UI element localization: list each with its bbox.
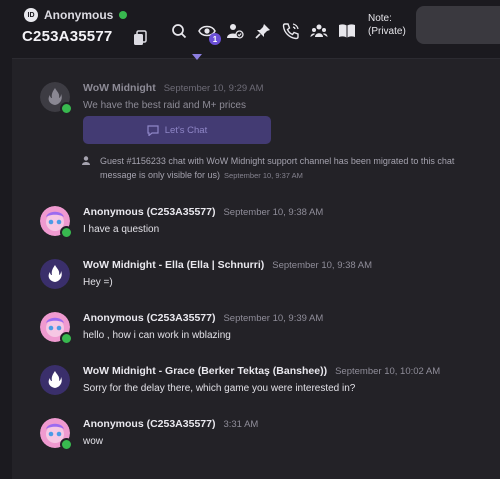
pin-icon[interactable] xyxy=(254,22,272,40)
sender-name: Anonymous (C253A35577) xyxy=(83,418,216,430)
watchers-count-badge: 1 xyxy=(209,33,221,45)
system-notice-timestamp: September 10, 9:37 AM xyxy=(224,171,303,180)
message-text: hello , how i can work in wblazing xyxy=(83,330,231,341)
message-timestamp: 3:31 AM xyxy=(223,419,259,430)
caret-down-icon xyxy=(192,54,202,60)
message-timestamp: September 10, 10:02 AM xyxy=(335,366,441,377)
sender-name: WoW Midnight - Ella (Ella | Schnurri) xyxy=(83,259,265,271)
search-icon[interactable] xyxy=(170,22,188,40)
id-icon: ID xyxy=(24,8,38,22)
sender-name: Anonymous (C253A35577) xyxy=(83,312,216,324)
note-label: Note: (Private) xyxy=(368,13,406,37)
online-status-icon xyxy=(60,102,73,115)
call-icon[interactable] xyxy=(282,22,300,40)
header-toolbar: 1 xyxy=(170,22,356,45)
book-icon[interactable] xyxy=(338,22,356,40)
message-timestamp: September 10, 9:29 AM xyxy=(163,83,264,94)
system-notice-line2: message is only visible for us) xyxy=(100,170,221,180)
user-info-icon xyxy=(82,156,90,165)
user-name: Anonymous xyxy=(44,8,114,22)
user-info: ID Anonymous xyxy=(24,8,128,22)
message-text: Sorry for the delay there, which game yo… xyxy=(83,383,356,394)
watchers-eye-icon[interactable]: 1 xyxy=(198,22,221,45)
message-timestamp: September 10, 9:38 AM xyxy=(223,207,324,218)
message-text: Hey =) xyxy=(83,277,113,288)
sender-name: WoW Midnight xyxy=(83,82,156,94)
message-text: I have a question xyxy=(83,224,160,235)
note-private-label: (Private) xyxy=(368,26,406,37)
online-status-icon xyxy=(60,438,73,451)
wow-midnight-avatar xyxy=(40,259,70,289)
sender-name: Anonymous (C253A35577) xyxy=(83,206,216,218)
assign-user-icon[interactable] xyxy=(226,22,244,40)
message-timestamp: September 10, 9:38 AM xyxy=(272,260,373,271)
message-timestamp: September 10, 9:39 AM xyxy=(223,313,324,324)
left-edge-panel xyxy=(0,0,12,479)
online-status-icon xyxy=(60,332,73,345)
note-input[interactable] xyxy=(416,6,500,44)
online-status-icon xyxy=(60,226,73,239)
copy-icon[interactable] xyxy=(133,30,147,46)
sender-name: WoW Midnight - Grace (Berker Tektaş (Ban… xyxy=(83,365,328,377)
chat-bubble-icon xyxy=(147,124,159,136)
online-status-icon xyxy=(119,11,128,19)
group-users-icon[interactable] xyxy=(310,22,328,40)
lets-chat-button[interactable]: Let's Chat xyxy=(83,116,271,144)
user-id: C253A35577 xyxy=(22,28,113,45)
message-text: We have the best raid and M+ prices xyxy=(83,100,246,111)
message-text: wow xyxy=(83,436,104,447)
system-notice: Guest #1156233 chat with WoW Midnight su… xyxy=(82,154,500,183)
system-notice-line1: Guest #1156233 chat with WoW Midnight su… xyxy=(100,156,455,166)
wow-midnight-avatar xyxy=(40,365,70,395)
